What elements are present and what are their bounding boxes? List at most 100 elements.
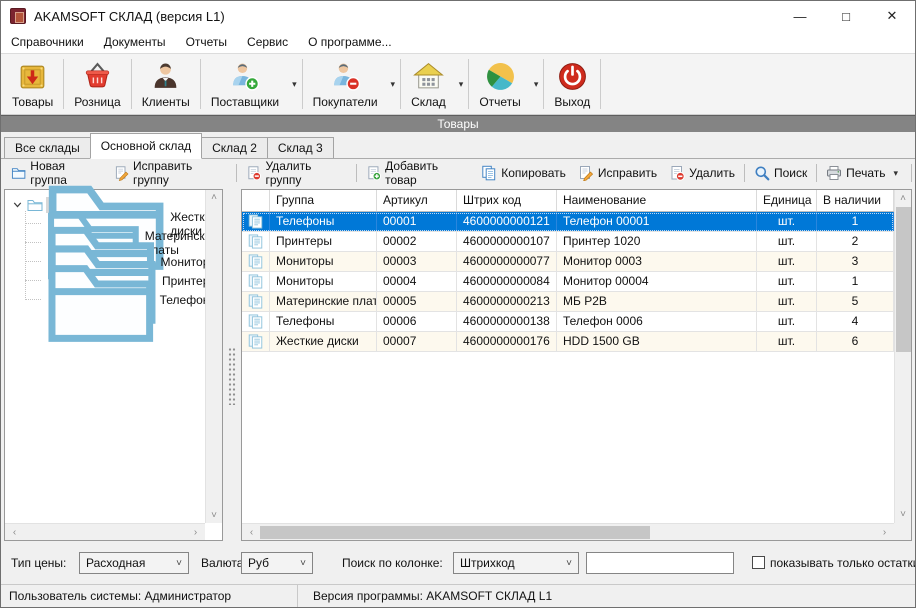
- menu-o-programme[interactable]: О программе...: [298, 31, 401, 53]
- page-plus-icon: [366, 165, 381, 181]
- table-row[interactable]: Принтеры 00002 4600000000107 Принтер 102…: [242, 232, 894, 252]
- person-remove-icon: [329, 60, 362, 93]
- header-unit[interactable]: Единица: [757, 190, 817, 211]
- items-table-panel: Группа Артикул Штрих код Наименование Ед…: [241, 189, 912, 541]
- tree-vertical-scrollbar[interactable]: ˄ ˅: [205, 190, 222, 523]
- cell-qty: 2: [817, 232, 894, 251]
- table-row[interactable]: Жесткие диски 00007 4600000000176 HDD 15…: [242, 332, 894, 352]
- toolbar-retail-button[interactable]: Розница: [65, 57, 129, 112]
- scroll-left-icon[interactable]: ‹: [7, 525, 22, 540]
- toolbar-warehouse-label: Склад: [411, 95, 446, 109]
- cell-qty: 6: [817, 332, 894, 351]
- cell-unit: шт.: [757, 252, 817, 271]
- toolbar-reports-button[interactable]: Отчеты: [470, 57, 529, 112]
- close-button[interactable]: ✕: [869, 1, 915, 31]
- add-item-button[interactable]: Добавить товар: [360, 156, 475, 190]
- table-row[interactable]: Мониторы 00003 4600000000077 Монитор 000…: [242, 252, 894, 272]
- scroll-down-icon[interactable]: ˅: [207, 508, 222, 523]
- maximize-button[interactable]: □: [823, 1, 869, 31]
- table-row[interactable]: Телефоны 00006 4600000000138 Телефон 000…: [242, 312, 894, 332]
- cell-group: Телефоны: [270, 312, 377, 331]
- toolbar-suppliers-button[interactable]: Поставщики: [202, 57, 288, 112]
- cell-group: Телефоны: [270, 212, 377, 231]
- cell-barcode: 4600000000176: [457, 332, 557, 351]
- item-doc-icon: [242, 332, 270, 351]
- delete-button[interactable]: Удалить: [663, 162, 741, 184]
- menu-bar: Справочники Документы Отчеты Сервис О пр…: [1, 31, 915, 54]
- cell-name: Монитор 0003: [557, 252, 757, 271]
- header-barcode[interactable]: Штрих код: [457, 190, 557, 211]
- tab-main-warehouse[interactable]: Основной склад: [90, 133, 202, 159]
- status-version: Версия программы: AKAMSOFT СКЛАД L1: [305, 589, 560, 603]
- item-doc-icon: [242, 272, 270, 291]
- scroll-right-icon[interactable]: ›: [877, 525, 892, 540]
- toolbar-warehouse-button[interactable]: Склад: [402, 57, 455, 112]
- edit-button[interactable]: Исправить: [572, 162, 663, 184]
- scroll-up-icon[interactable]: ˄: [207, 190, 222, 205]
- table-row[interactable]: Телефоны 00001 4600000000121 Телефон 000…: [242, 212, 894, 232]
- warehouse-dropdown-icon[interactable]: ▾: [455, 79, 468, 90]
- scroll-right-icon[interactable]: ›: [188, 525, 203, 540]
- menu-otchety[interactable]: Отчеты: [176, 31, 237, 53]
- edit-pencil-icon: [578, 165, 594, 181]
- toolbar-goods-button[interactable]: Товары: [3, 57, 62, 112]
- table-horizontal-scrollbar[interactable]: ‹ ›: [242, 523, 894, 540]
- person-add-icon: [228, 60, 261, 93]
- minimize-button[interactable]: —: [777, 1, 823, 31]
- print-button[interactable]: Печать ▾: [820, 162, 908, 184]
- title-bar: AKAMSOFT СКЛАД (версия L1) — □ ✕: [1, 1, 915, 31]
- edit-label: Исправить: [598, 166, 657, 180]
- copy-button[interactable]: Копировать: [475, 162, 572, 184]
- vertical-scroll-thumb[interactable]: [896, 207, 911, 352]
- delete-group-button[interactable]: Удалить группу: [240, 156, 353, 190]
- folder-icon: [45, 225, 157, 375]
- panel-splitter[interactable]: [223, 189, 241, 541]
- show-stock-checkbox[interactable]: [752, 556, 765, 569]
- cell-unit: шт.: [757, 232, 817, 251]
- search-input[interactable]: [586, 552, 734, 574]
- table-row[interactable]: Мониторы 00004 4600000000084 Монитор 000…: [242, 272, 894, 292]
- search-column-label: Поиск по колонке:: [342, 556, 443, 570]
- copy-label: Копировать: [501, 166, 566, 180]
- header-group[interactable]: Группа: [270, 190, 377, 211]
- warehouse-tabs: Все склады Основной склад Склад 2 Склад …: [1, 132, 915, 159]
- table-vertical-scrollbar[interactable]: ˄ ˅: [894, 190, 911, 523]
- reports-dropdown-icon[interactable]: ▾: [530, 79, 543, 90]
- menu-dokumenty[interactable]: Документы: [94, 31, 176, 53]
- tree-item-phones[interactable]: Телефоны: [33, 290, 218, 309]
- price-type-select[interactable]: Расходная ˅: [79, 552, 189, 574]
- action-separator: [356, 164, 357, 182]
- toolbar-exit-button[interactable]: Выход: [545, 57, 599, 112]
- scroll-up-icon[interactable]: ˄: [895, 191, 911, 206]
- horizontal-scroll-thumb[interactable]: [260, 526, 650, 539]
- action-separator: [744, 164, 745, 182]
- header-article[interactable]: Артикул: [377, 190, 457, 211]
- group-tree-panel: Товары Жесткие диски Материнские платы М…: [4, 189, 223, 541]
- chevron-down-icon[interactable]: [11, 198, 24, 211]
- search-column-select[interactable]: Штрихкод ˅: [453, 552, 579, 574]
- scroll-down-icon[interactable]: ˅: [895, 507, 911, 522]
- header-qty[interactable]: В наличии: [817, 190, 894, 211]
- scroll-left-icon[interactable]: ‹: [244, 525, 259, 540]
- menu-spravochniki[interactable]: Справочники: [1, 31, 94, 53]
- header-name[interactable]: Наименование: [557, 190, 757, 211]
- tab-warehouse-3[interactable]: Склад 3: [267, 137, 334, 158]
- currency-select[interactable]: Руб ˅: [241, 552, 313, 574]
- cell-unit: шт.: [757, 312, 817, 331]
- cell-group: Материнские платы: [270, 292, 377, 311]
- toolbar-buyers-button[interactable]: Покупатели: [304, 57, 387, 112]
- header-icon-column[interactable]: [242, 190, 270, 211]
- cell-name: HDD 1500 GB: [557, 332, 757, 351]
- suppliers-dropdown-icon[interactable]: ▾: [288, 79, 301, 90]
- buyers-dropdown-icon[interactable]: ▾: [387, 79, 400, 90]
- toolbar-goods-label: Товары: [12, 95, 53, 109]
- toolbar-clients-button[interactable]: Клиенты: [133, 57, 199, 112]
- app-icon: [10, 8, 26, 24]
- section-bar: Товары: [1, 115, 915, 132]
- pie-chart-icon: [484, 60, 517, 93]
- menu-servis[interactable]: Сервис: [237, 31, 298, 53]
- table-row[interactable]: Материнские платы 00005 4600000000213 МБ…: [242, 292, 894, 312]
- tree-horizontal-scrollbar[interactable]: ‹ ›: [5, 523, 205, 540]
- tab-warehouse-2[interactable]: Склад 2: [201, 137, 268, 158]
- search-button[interactable]: Поиск: [748, 162, 813, 184]
